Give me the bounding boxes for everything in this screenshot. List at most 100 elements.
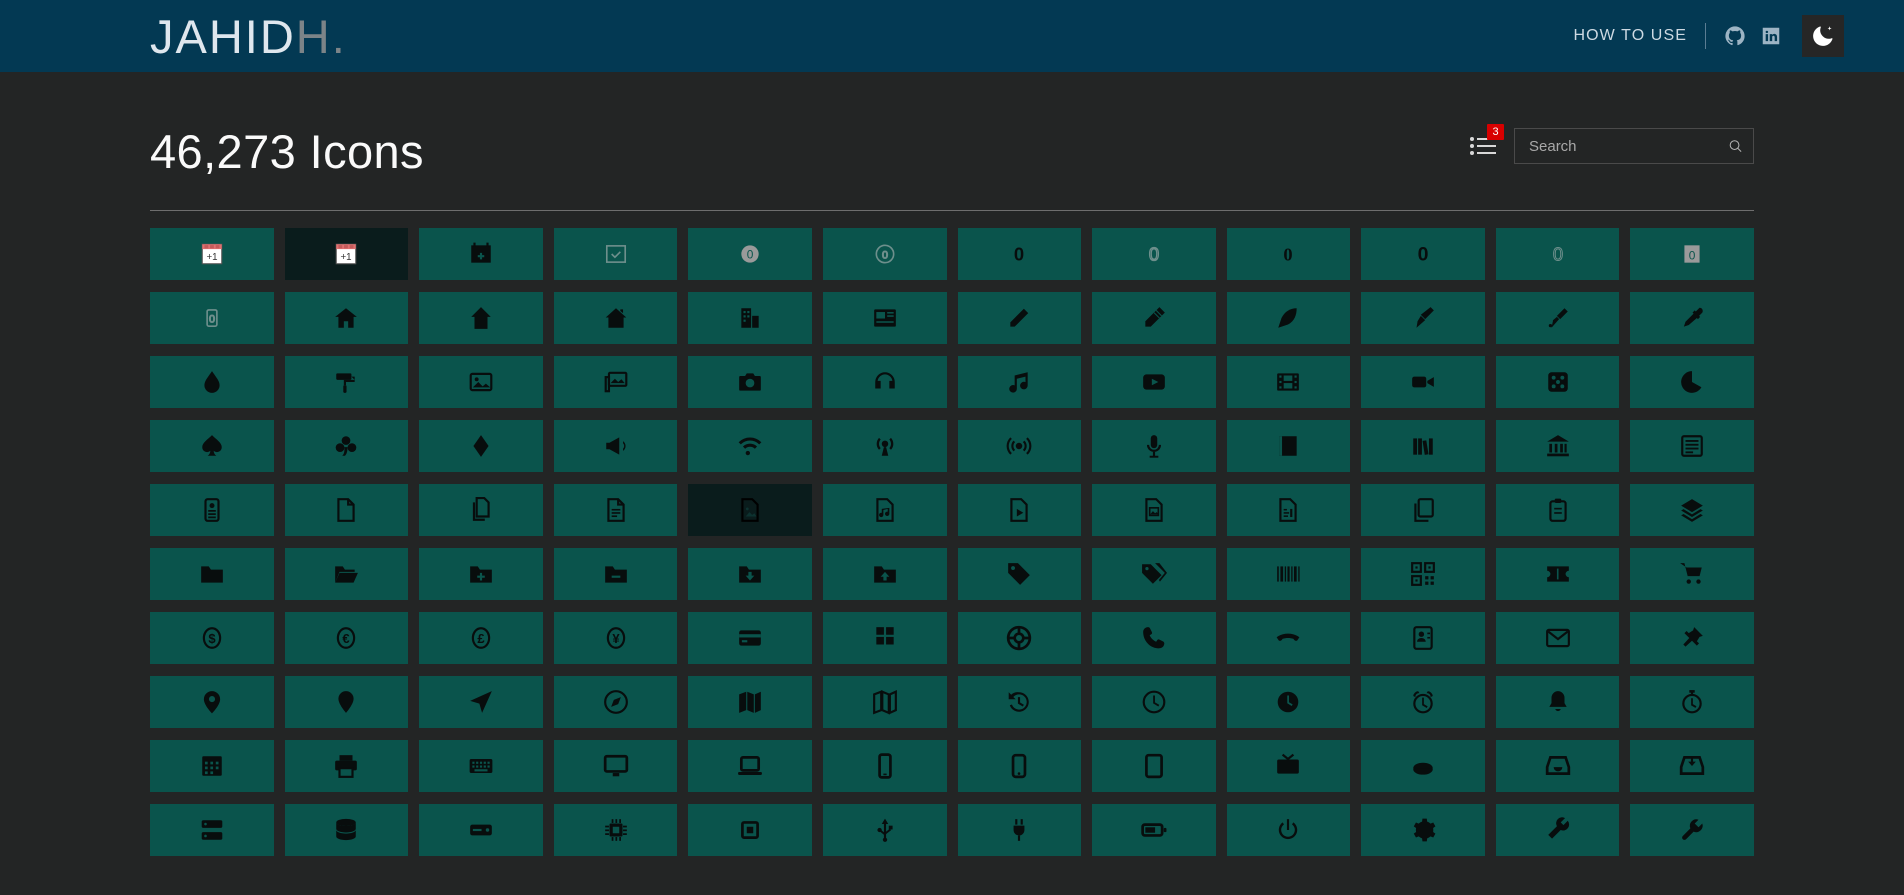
icon-tile[interactable]: [688, 804, 812, 857]
icon-tile[interactable]: [688, 612, 812, 665]
icon-tile[interactable]: [1092, 804, 1216, 857]
icon-tile[interactable]: [957, 356, 1082, 409]
icon-tile[interactable]: [822, 356, 947, 409]
icon-tile[interactable]: $: [150, 612, 274, 665]
search-icon[interactable]: [1728, 137, 1743, 155]
icon-tile[interactable]: [150, 804, 274, 857]
search-box[interactable]: [1514, 128, 1754, 165]
icon-tile[interactable]: [284, 484, 409, 537]
icon-tile[interactable]: 0: [1495, 228, 1620, 281]
icon-tile[interactable]: [419, 804, 543, 857]
icon-tile[interactable]: [1630, 676, 1754, 729]
icon-tile[interactable]: [1092, 356, 1216, 409]
icon-tile[interactable]: [1495, 548, 1620, 601]
icon-tile[interactable]: [1361, 484, 1485, 537]
icon-tile[interactable]: [1361, 420, 1485, 473]
icon-tile[interactable]: 0: [1092, 228, 1216, 281]
icon-tile[interactable]: 0: [957, 228, 1082, 281]
icon-tile[interactable]: +1: [284, 228, 409, 281]
icon-tile[interactable]: [419, 740, 543, 793]
icon-tile[interactable]: [1630, 548, 1754, 601]
icon-tile[interactable]: [553, 548, 678, 601]
icon-tile[interactable]: [1361, 612, 1485, 665]
icon-tile[interactable]: [957, 612, 1082, 665]
icon-tile[interactable]: [688, 484, 812, 537]
icon-tile[interactable]: [553, 292, 678, 345]
icon-tile[interactable]: £: [419, 612, 543, 665]
icon-tile[interactable]: [1630, 292, 1754, 345]
icon-tile[interactable]: 0: [1630, 228, 1754, 281]
icon-tile[interactable]: [150, 356, 274, 409]
icon-tile[interactable]: [150, 420, 274, 473]
icon-tile[interactable]: [284, 292, 409, 345]
icon-tile[interactable]: [284, 548, 409, 601]
icon-tile[interactable]: 0: [688, 228, 812, 281]
icon-tile[interactable]: [1495, 484, 1620, 537]
icon-tile[interactable]: [553, 676, 678, 729]
icon-tile[interactable]: [1092, 740, 1216, 793]
icon-tile[interactable]: [419, 292, 543, 345]
icon-tile[interactable]: [1226, 420, 1351, 473]
icon-tile[interactable]: [822, 676, 947, 729]
icon-tile[interactable]: [1226, 676, 1351, 729]
icon-tile[interactable]: [150, 548, 274, 601]
icon-tile[interactable]: [419, 548, 543, 601]
icon-tile[interactable]: [419, 484, 543, 537]
icon-tile[interactable]: [1630, 804, 1754, 857]
icon-tile[interactable]: [150, 676, 274, 729]
icon-tile[interactable]: [284, 740, 409, 793]
icon-tile[interactable]: [1361, 356, 1485, 409]
icon-tile[interactable]: €: [284, 612, 409, 665]
icon-tile[interactable]: [1226, 612, 1351, 665]
icon-tile[interactable]: [1630, 356, 1754, 409]
icon-tile[interactable]: [822, 740, 947, 793]
icon-tile[interactable]: [1495, 292, 1620, 345]
icon-tile[interactable]: [1630, 484, 1754, 537]
icon-tile[interactable]: ¥: [553, 612, 678, 665]
icon-tile[interactable]: [553, 228, 678, 281]
icon-tile[interactable]: [553, 356, 678, 409]
how-to-use-link[interactable]: HOW TO USE: [1573, 27, 1705, 45]
icon-tile[interactable]: [553, 740, 678, 793]
icon-tile[interactable]: [957, 420, 1082, 473]
icon-tile[interactable]: [688, 740, 812, 793]
icon-tile[interactable]: [822, 612, 947, 665]
icon-tile[interactable]: [822, 548, 947, 601]
icon-tile[interactable]: [688, 356, 812, 409]
icon-tile[interactable]: [1092, 292, 1216, 345]
icon-tile[interactable]: [957, 292, 1082, 345]
list-view-icon[interactable]: 3: [1466, 124, 1504, 161]
icon-tile[interactable]: [419, 228, 543, 281]
icon-tile[interactable]: [688, 420, 812, 473]
icon-tile[interactable]: [150, 740, 274, 793]
github-icon[interactable]: [1722, 23, 1748, 49]
icon-tile[interactable]: [1092, 548, 1216, 601]
icon-tile[interactable]: [957, 676, 1082, 729]
icon-tile[interactable]: [688, 676, 812, 729]
icon-tile[interactable]: [1361, 292, 1485, 345]
icon-tile[interactable]: [1361, 548, 1485, 601]
icon-tile[interactable]: 0: [1361, 228, 1485, 281]
search-input[interactable]: [1529, 137, 1728, 155]
icon-tile[interactable]: [822, 420, 947, 473]
icon-tile[interactable]: [957, 740, 1082, 793]
icon-tile[interactable]: [957, 484, 1082, 537]
icon-tile[interactable]: [284, 804, 409, 857]
linkedin-icon[interactable]: [1758, 23, 1784, 49]
icon-tile[interactable]: [1092, 612, 1216, 665]
icon-tile[interactable]: [1226, 292, 1351, 345]
icon-tile[interactable]: [1630, 612, 1754, 665]
icon-tile[interactable]: [957, 804, 1082, 857]
icon-tile[interactable]: [1630, 420, 1754, 473]
icon-tile[interactable]: [1495, 420, 1620, 473]
icon-tile[interactable]: [957, 548, 1082, 601]
icon-tile[interactable]: [1630, 740, 1754, 793]
icon-tile[interactable]: [1226, 484, 1351, 537]
icon-tile[interactable]: [688, 292, 812, 345]
theme-toggle-button[interactable]: [1802, 15, 1844, 57]
site-logo[interactable]: JAHIDH.: [150, 13, 347, 60]
icon-tile[interactable]: 0: [822, 228, 947, 281]
icon-tile[interactable]: [1092, 420, 1216, 473]
icon-tile[interactable]: [688, 548, 812, 601]
icon-tile[interactable]: [1092, 484, 1216, 537]
